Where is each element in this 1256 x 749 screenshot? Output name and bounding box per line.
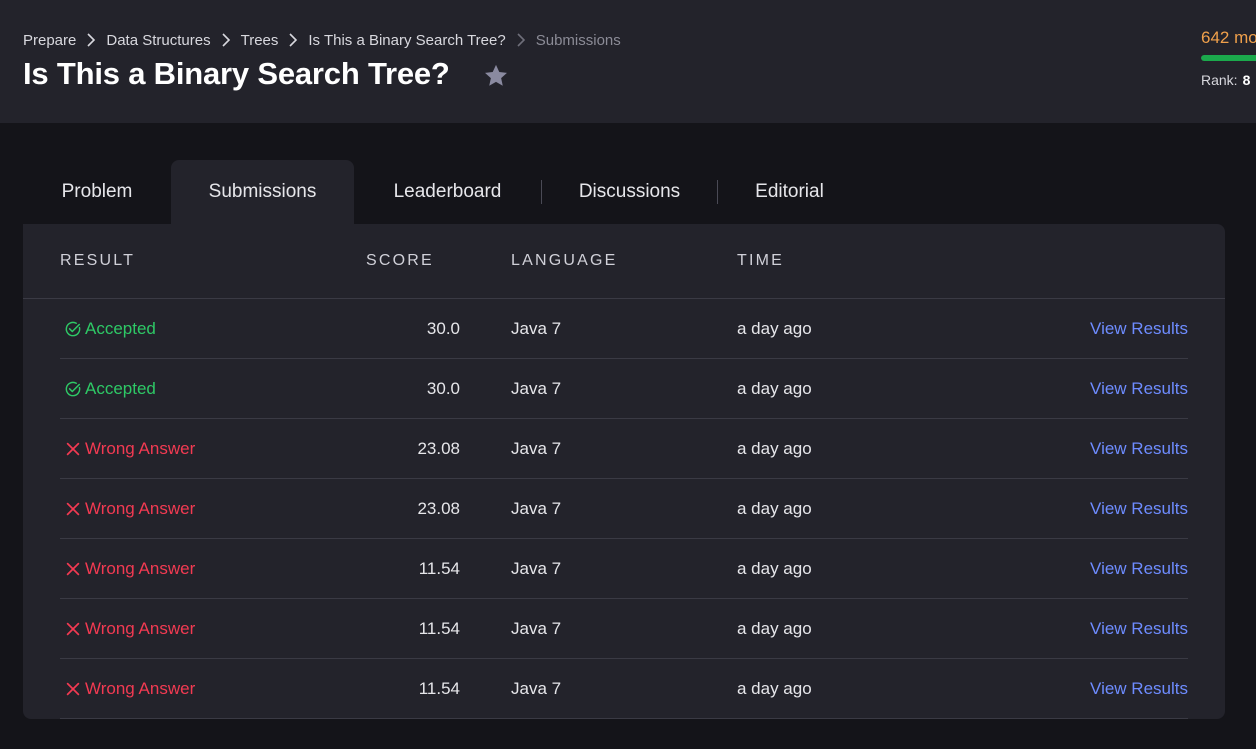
page-title: Is This a Binary Search Tree? — [23, 56, 450, 91]
breadcrumb-problem[interactable]: Is This a Binary Search Tree? — [308, 32, 505, 49]
close-icon — [64, 440, 82, 458]
language-cell: Java 7 — [511, 559, 562, 578]
result-cell: Wrong Answer — [64, 419, 314, 479]
result-label: Accepted — [85, 319, 156, 338]
check-circle-icon — [64, 320, 82, 338]
result-cell: Wrong Answer — [64, 659, 314, 719]
tab-leaderboard[interactable]: Leaderboard — [354, 160, 541, 224]
view-results-link[interactable]: View Results — [988, 479, 1188, 539]
breadcrumb-data-structures[interactable]: Data Structures — [106, 32, 210, 49]
language-cell: Java 7 — [511, 679, 562, 698]
header-bar: Prepare Data Structures Trees Is This a … — [0, 0, 1256, 123]
profile-rank: Rank: 8 — [1201, 72, 1250, 88]
rank-value: 8 — [1242, 72, 1251, 88]
view-results-link[interactable]: View Results — [988, 419, 1188, 479]
view-results-link[interactable]: View Results — [988, 539, 1188, 599]
tab-problem[interactable]: Problem — [23, 160, 171, 224]
time-cell: a day ago — [737, 559, 812, 578]
language-cell: Java 7 — [511, 499, 562, 518]
profile-progress-bar — [1201, 55, 1256, 61]
header-score: SCORE — [366, 252, 434, 269]
view-results-link[interactable]: View Results — [988, 659, 1188, 719]
header-language: LANGUAGE — [511, 252, 618, 269]
time-cell: a day ago — [737, 439, 812, 458]
submissions-panel: RESULT SCORE LANGUAGE TIME Accepted 30.0 J… — [23, 224, 1225, 719]
result-label: Wrong Answer — [85, 619, 196, 638]
profile-progress-fill — [1201, 55, 1256, 61]
close-icon — [64, 500, 82, 518]
check-circle-icon — [64, 380, 82, 398]
result-cell: Accepted — [64, 299, 314, 359]
close-icon — [64, 680, 82, 698]
time-cell: a day ago — [737, 379, 812, 398]
chevron-right-icon — [278, 30, 308, 50]
score-cell: 23.08 — [417, 439, 460, 458]
result-cell: Accepted — [64, 359, 314, 419]
table-row: Wrong Answer 11.54 Java 7 a day ago View Res… — [60, 599, 1188, 659]
score-cell: 11.54 — [418, 679, 460, 698]
chevron-right-icon — [76, 30, 106, 50]
time-cell: a day ago — [737, 679, 812, 698]
result-cell: Wrong Answer — [64, 599, 314, 659]
time-cell: a day ago — [737, 619, 812, 638]
result-label: Wrong Answer — [85, 559, 196, 578]
header-result: RESULT — [60, 252, 136, 269]
table-header: RESULT SCORE LANGUAGE TIME — [23, 224, 1225, 299]
view-results-link[interactable]: View Results — [988, 359, 1188, 419]
star-icon[interactable] — [482, 62, 510, 90]
breadcrumb-prepare[interactable]: Prepare — [23, 32, 76, 49]
profile-score: 642 mo — [1201, 28, 1256, 47]
breadcrumb: Prepare Data Structures Trees Is This a … — [23, 30, 621, 50]
view-results-link[interactable]: View Results — [988, 299, 1188, 359]
score-cell: 23.08 — [417, 499, 460, 518]
tab-bar: Problem Submissions Leaderboard Discussi… — [23, 160, 861, 224]
table-row: Accepted 30.0 Java 7 a day ago View Results — [60, 299, 1188, 359]
result-label: Wrong Answer — [85, 499, 196, 518]
close-icon — [64, 560, 82, 578]
language-cell: Java 7 — [511, 439, 562, 458]
breadcrumb-trees[interactable]: Trees — [241, 32, 279, 49]
table-row: Wrong Answer 11.54 Java 7 a day ago View Res… — [60, 659, 1188, 719]
score-cell: 11.54 — [418, 619, 460, 638]
time-cell: a day ago — [737, 319, 812, 338]
result-label: Accepted — [85, 379, 156, 398]
table-row: Accepted 30.0 Java 7 a day ago View Results — [60, 359, 1188, 419]
view-results-link[interactable]: View Results — [988, 599, 1188, 659]
chevron-right-icon — [506, 30, 536, 50]
score-cell: 11.54 — [418, 559, 460, 578]
tab-editorial[interactable]: Editorial — [718, 160, 861, 224]
language-cell: Java 7 — [511, 319, 562, 338]
result-label: Wrong Answer — [85, 439, 196, 458]
language-cell: Java 7 — [511, 379, 562, 398]
time-cell: a day ago — [737, 499, 812, 518]
score-cell: 30.0 — [426, 379, 460, 398]
close-icon — [64, 620, 82, 638]
rank-label: Rank: — [1201, 72, 1238, 88]
result-cell: Wrong Answer — [64, 539, 314, 599]
breadcrumb-submissions: Submissions — [535, 31, 621, 49]
tab-discussions[interactable]: Discussions — [542, 160, 717, 224]
score-cell: 30.0 — [426, 319, 460, 338]
result-label: Wrong Answer — [85, 679, 196, 698]
table-row: Wrong Answer 23.08 Java 7 a day ago View Res… — [60, 419, 1188, 479]
tab-submissions[interactable]: Submissions — [171, 160, 354, 224]
table-row: Wrong Answer 11.54 Java 7 a day ago View Res… — [60, 539, 1188, 599]
chevron-right-icon — [211, 30, 241, 50]
table-row: Wrong Answer 23.08 Java 7 a day ago View Res… — [60, 479, 1188, 539]
result-cell: Wrong Answer — [64, 479, 314, 539]
header-time: TIME — [737, 252, 785, 269]
language-cell: Java 7 — [511, 619, 562, 638]
